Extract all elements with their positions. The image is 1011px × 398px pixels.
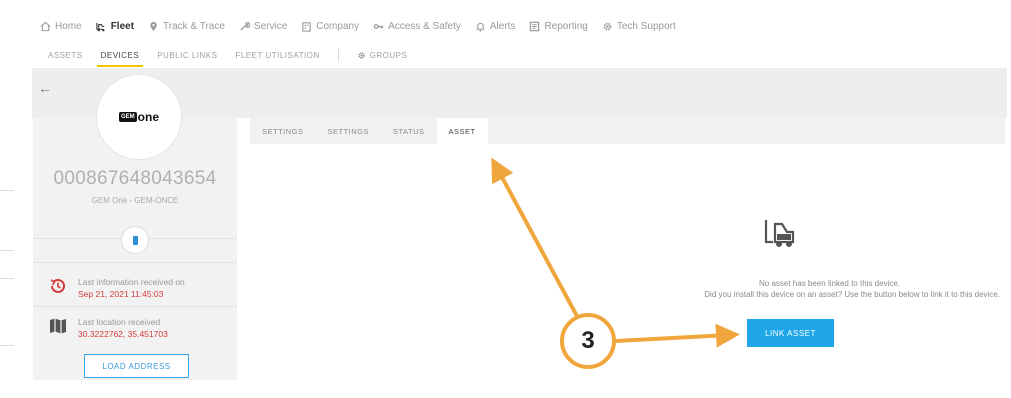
- wrench-icon: [240, 21, 250, 31]
- gear-icon: [603, 22, 612, 30]
- tab-status[interactable]: STATUS: [381, 118, 436, 144]
- nav-item-label: Track & Trace: [163, 20, 225, 32]
- forklift-icon: [764, 220, 795, 247]
- tab-settings-2[interactable]: SETTINGS: [316, 118, 382, 144]
- device-serial: 000867648043654: [53, 168, 217, 189]
- divider: [33, 262, 237, 263]
- report-icon: [530, 21, 540, 31]
- nav-item-tech-support[interactable]: Tech Support: [602, 21, 676, 32]
- gem-one-logo: GEM one: [118, 110, 159, 124]
- main-navigation: Home Fleet Track & Trace Service Company…: [40, 16, 676, 36]
- back-arrow-icon[interactable]: ←: [38, 80, 52, 96]
- subnav-assets[interactable]: ASSETS: [48, 44, 83, 66]
- nav-item-label: Reporting: [544, 20, 588, 32]
- history-icon: [50, 278, 65, 293]
- step-number-badge: 3: [560, 313, 616, 369]
- subnav-divider: [337, 48, 339, 62]
- nav-item-label: Fleet: [110, 20, 135, 32]
- subnav-groups-label: GROUPS: [369, 50, 408, 60]
- tab-settings[interactable]: SETTINGS: [250, 118, 316, 144]
- nav-item-home[interactable]: Home: [40, 21, 82, 32]
- home-icon: [40, 21, 51, 31]
- subnav-public-links[interactable]: PUBLIC LINKS: [157, 44, 217, 66]
- asset-panel: [250, 144, 1005, 380]
- device-tabs: SETTINGS SETTINGS STATUS ASSET: [250, 118, 1005, 144]
- background-fragment: [0, 190, 14, 191]
- nav-item-alerts[interactable]: Alerts: [475, 20, 516, 32]
- nav-item-company[interactable]: Company: [301, 21, 359, 32]
- subnav-groups[interactable]: GROUPS: [357, 44, 408, 66]
- last-information-value: Sep 21, 2021 11:45:03: [78, 289, 164, 299]
- sub-navigation: ASSETS DEVICES PUBLIC LINKS FLEET UTILIS…: [48, 44, 408, 67]
- nav-item-fleet[interactable]: Fleet: [96, 21, 134, 32]
- subnav-devices[interactable]: DEVICES: [96, 44, 143, 67]
- subnav-fleet-utilisation[interactable]: FLEET UTILISATION: [235, 44, 319, 66]
- device-logo: GEM one: [96, 74, 182, 160]
- nav-item-label: Home: [55, 20, 82, 32]
- bell-icon: [476, 22, 485, 32]
- background-fragment: [0, 278, 14, 279]
- last-location-label: Last location received: [78, 317, 161, 327]
- key-icon: [373, 23, 384, 29]
- no-asset-line-2: Did you install this device on an asset?…: [704, 290, 1000, 299]
- last-information-label: Last information received on: [78, 277, 185, 287]
- tab-asset[interactable]: ASSET: [436, 118, 488, 144]
- last-location-value: 30.3222762, 35.451703: [78, 329, 168, 339]
- background-window-strip: [0, 0, 32, 398]
- logo-gem-text: GEM: [118, 112, 137, 122]
- nav-item-label: Access & Safety: [388, 20, 461, 32]
- link-asset-button[interactable]: LINK ASSET: [747, 319, 834, 347]
- no-asset-line-1: No asset has been linked to this device.: [759, 279, 900, 288]
- no-asset-message: No asset has been linked to this device.…: [560, 278, 1000, 300]
- last-information-row: Last information received on Sep 21, 202…: [48, 276, 185, 300]
- battery-indicator: [121, 226, 149, 254]
- divider: [33, 306, 237, 307]
- battery-icon: [132, 235, 138, 245]
- nav-item-access-safety[interactable]: Access & Safety: [373, 21, 461, 32]
- gear-icon: [358, 51, 365, 59]
- truck-icon: [96, 22, 105, 31]
- device-model: GEM One - GEM-ONCE: [91, 196, 179, 205]
- nav-item-label: Service: [253, 20, 288, 32]
- logo-one-text: one: [137, 110, 159, 124]
- nav-item-label: Company: [316, 20, 360, 32]
- nav-item-service[interactable]: Service: [239, 21, 287, 32]
- background-fragment: [0, 250, 14, 251]
- background-fragment: [0, 345, 14, 346]
- building-icon: [302, 21, 311, 32]
- pin-icon: [150, 21, 157, 31]
- nav-item-label: Alerts: [489, 20, 516, 32]
- nav-item-reporting[interactable]: Reporting: [529, 20, 588, 32]
- map-icon: [50, 318, 66, 334]
- last-location-row: Last location received 30.3222762, 35.45…: [48, 316, 168, 340]
- nav-item-track-trace[interactable]: Track & Trace: [148, 21, 225, 32]
- load-address-button[interactable]: LOAD ADDRESS: [84, 354, 189, 378]
- nav-item-label: Tech Support: [616, 20, 676, 32]
